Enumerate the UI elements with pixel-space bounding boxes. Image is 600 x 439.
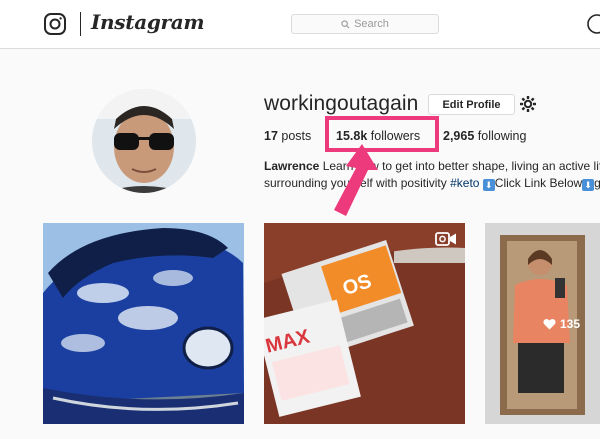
search-icon bbox=[341, 19, 350, 28]
heart-icon bbox=[543, 318, 556, 330]
blue-car-photo bbox=[43, 223, 244, 424]
bio-hashtag-link[interactable]: #keto bbox=[450, 176, 479, 190]
bio-line-1: Lawrence Learn how to get into better sh… bbox=[264, 158, 600, 175]
bio-full-name: Lawrence bbox=[264, 159, 320, 173]
posts-count: 17 bbox=[264, 129, 278, 143]
following-stat[interactable]: 2,965 following bbox=[443, 129, 526, 143]
edit-profile-button[interactable]: Edit Profile bbox=[428, 94, 515, 115]
gear-icon[interactable] bbox=[519, 95, 537, 113]
top-nav-bar: Instagram Search bbox=[0, 0, 600, 49]
bio-trailing-text: go bbox=[594, 176, 600, 190]
search-input[interactable]: Search bbox=[291, 14, 439, 34]
bio-line-2: surrounding yourself with positivity #ke… bbox=[264, 175, 600, 192]
post-supplement-box[interactable]: OS MAX bbox=[264, 223, 465, 424]
posts-label: posts bbox=[281, 129, 312, 143]
instagram-glyph-icon[interactable] bbox=[43, 12, 67, 36]
post-blue-car[interactable] bbox=[43, 223, 244, 424]
header-divider bbox=[80, 12, 81, 36]
following-count: 2,965 bbox=[443, 129, 475, 143]
arrow-annotation bbox=[334, 144, 378, 216]
profile-avatar[interactable] bbox=[92, 89, 196, 193]
following-label: following bbox=[477, 129, 527, 143]
video-camera-icon bbox=[435, 232, 456, 246]
down-arrow-emoji-icon: ⬇ bbox=[482, 179, 495, 191]
instagram-wordmark[interactable]: Instagram bbox=[91, 10, 205, 34]
profile-username: workingoutagain bbox=[264, 92, 419, 115]
profile-bio: Lawrence Learn how to get into better sh… bbox=[264, 158, 600, 192]
down-arrow-emoji-icon-2: ⬇ bbox=[582, 179, 595, 191]
likes-count: 135 bbox=[560, 317, 581, 331]
likes-overlay: 135 bbox=[543, 317, 580, 331]
compass-icon[interactable] bbox=[586, 13, 600, 35]
avatar-photo bbox=[92, 89, 196, 193]
search-placeholder: Search bbox=[354, 18, 389, 30]
bio-cta-text: Click Link Below bbox=[494, 176, 583, 190]
posts-stat: 17 posts bbox=[264, 129, 311, 143]
supplement-box-photo: OS MAX bbox=[264, 223, 465, 424]
